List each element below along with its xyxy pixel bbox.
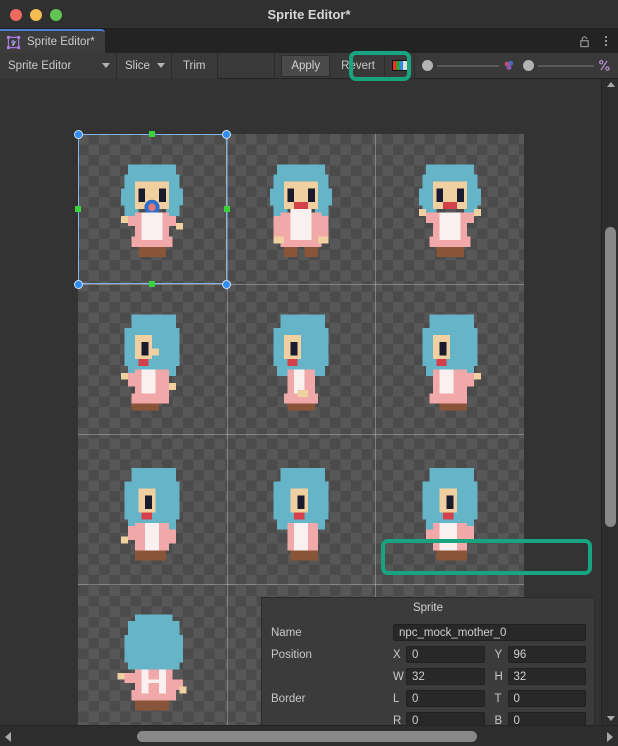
- scroll-left-arrow-icon[interactable]: [5, 732, 11, 742]
- sprite-canvas[interactable]: Sprite Name npc_mock_mother_0 Position X…: [0, 79, 601, 725]
- selection-handle-bottom-left[interactable]: [73, 279, 83, 289]
- position-x-input[interactable]: 0: [406, 646, 485, 663]
- position-row-wh: W 32 H 32: [271, 666, 586, 687]
- selection-handle-bottom-right[interactable]: [222, 279, 232, 289]
- border-label: Border: [271, 692, 306, 705]
- zoom-slider-track[interactable]: [538, 64, 594, 67]
- sprite-panel-body: Name npc_mock_mother_0 Position X 0 Y 96: [262, 618, 594, 725]
- sprite-editor-window: Sprite Editor* Sprite Editor* Sprite Edi…: [0, 0, 618, 746]
- border-r-label: R: [393, 714, 402, 726]
- border-t-label: T: [494, 692, 502, 705]
- sprite-tile[interactable]: [78, 134, 227, 284]
- zoom-slider-handle[interactable]: [523, 60, 534, 71]
- border-b-label: B: [494, 714, 503, 726]
- vertical-scrollbar[interactable]: [601, 79, 618, 725]
- border-b-group: B 0: [494, 712, 586, 726]
- chevron-down-icon: [156, 63, 165, 68]
- alpha-slider-handle[interactable]: [422, 60, 433, 71]
- border-b-input[interactable]: 0: [507, 712, 586, 725]
- sprite-inspector-panel: Sprite Name npc_mock_mother_0 Position X…: [261, 597, 595, 725]
- scroll-right-arrow-icon[interactable]: [607, 732, 613, 742]
- position-label: Position: [271, 648, 312, 661]
- lock-icon[interactable]: [578, 35, 591, 48]
- sprite-tile[interactable]: [375, 134, 524, 284]
- editor-mode-label: Sprite Editor: [8, 59, 72, 72]
- sprite-panel-title: Sprite: [262, 598, 594, 618]
- position-w-group: W 32: [393, 668, 485, 685]
- name-row: Name npc_mock_mother_0: [271, 622, 586, 643]
- tab-label: Sprite Editor*: [27, 36, 95, 48]
- position-h-input[interactable]: 32: [507, 668, 586, 685]
- editor-mode-dropdown[interactable]: Sprite Editor: [0, 52, 117, 79]
- kebab-menu-icon[interactable]: [600, 34, 612, 48]
- position-y-label: Y: [494, 648, 503, 661]
- zoom-slider[interactable]: [523, 53, 618, 79]
- rgb-channel-button[interactable]: [385, 52, 415, 79]
- selection-handle-left-edge[interactable]: [75, 206, 81, 212]
- revert-label: Revert: [341, 59, 375, 72]
- border-t-group: T 0: [494, 690, 586, 707]
- sprite-tile[interactable]: [227, 284, 376, 434]
- position-y-group: Y 96: [494, 646, 586, 663]
- border-r-input[interactable]: 0: [406, 712, 485, 725]
- tab-sprite-editor[interactable]: Sprite Editor*: [0, 29, 105, 53]
- position-h-group: H 32: [494, 668, 586, 685]
- toolbar-spacer: [218, 52, 276, 79]
- vertical-scroll-thumb[interactable]: [605, 227, 616, 527]
- revert-button[interactable]: Revert: [332, 52, 385, 79]
- slice-dropdown[interactable]: Slice: [117, 52, 172, 79]
- selection-handle-bottom-edge[interactable]: [149, 281, 156, 287]
- border-l-group: L 0: [393, 690, 485, 707]
- apply-button[interactable]: Apply: [281, 54, 331, 77]
- sprite-tile[interactable]: [78, 584, 227, 725]
- alpha-icon: [503, 59, 516, 72]
- horizontal-scrollbar[interactable]: [0, 725, 618, 746]
- sprite-editor-toolbar: Sprite Editor Slice Trim Apply Revert: [0, 52, 618, 79]
- alpha-slider[interactable]: [415, 53, 523, 79]
- unity-editor-panel: Sprite Editor* Sprite Editor Slice Trim …: [0, 29, 618, 746]
- position-h-label: H: [494, 670, 503, 683]
- border-l-label: L: [393, 692, 400, 705]
- selection-handle-right-edge[interactable]: [223, 206, 230, 212]
- scroll-up-arrow-icon[interactable]: [607, 82, 615, 87]
- trim-label: Trim: [182, 59, 206, 72]
- position-w-input[interactable]: 32: [406, 668, 485, 685]
- position-w-label: W: [393, 670, 404, 683]
- sprite-editor-icon: [7, 35, 22, 50]
- sprite-tile[interactable]: [375, 284, 524, 434]
- slice-label: Slice: [125, 59, 150, 72]
- selection-handle-top-right[interactable]: [222, 129, 232, 139]
- position-x-label: X: [393, 648, 401, 661]
- sprite-name-input[interactable]: npc_mock_mother_0: [393, 624, 586, 641]
- zoom-icon: [598, 59, 611, 72]
- selection-handle-top-left[interactable]: [73, 129, 83, 139]
- tab-strip: Sprite Editor*: [0, 29, 618, 53]
- window-title: Sprite Editor*: [267, 7, 351, 22]
- border-t-input[interactable]: 0: [507, 690, 586, 707]
- border-row-lt: Border L 0 T 0: [271, 688, 586, 709]
- name-label: Name: [271, 626, 302, 639]
- position-y-input[interactable]: 96: [507, 646, 586, 663]
- sprite-tile[interactable]: [78, 434, 227, 584]
- sprite-tile[interactable]: [78, 284, 227, 434]
- sprite-tile[interactable]: [227, 134, 376, 284]
- selection-handle-top-edge[interactable]: [149, 131, 156, 137]
- border-row-rb: R 0 B 0: [271, 710, 586, 725]
- position-row-xy: Position X 0 Y 96: [271, 644, 586, 665]
- scroll-down-arrow-icon[interactable]: [607, 716, 615, 721]
- sprite-tile[interactable]: [227, 434, 376, 584]
- tab-strip-actions: [578, 29, 612, 53]
- border-l-input[interactable]: 0: [406, 690, 485, 707]
- rgb-channel-icon: [391, 60, 408, 71]
- border-r-group: R 0: [393, 712, 485, 725]
- alpha-slider-track[interactable]: [437, 64, 499, 67]
- horizontal-scroll-thumb[interactable]: [137, 731, 477, 742]
- apply-label: Apply: [291, 59, 321, 72]
- trim-button[interactable]: Trim: [171, 52, 218, 79]
- position-x-group: X 0: [393, 646, 485, 663]
- window-titlebar: Sprite Editor*: [0, 0, 618, 29]
- chevron-down-icon: [102, 63, 110, 68]
- sprite-tile[interactable]: [375, 434, 524, 584]
